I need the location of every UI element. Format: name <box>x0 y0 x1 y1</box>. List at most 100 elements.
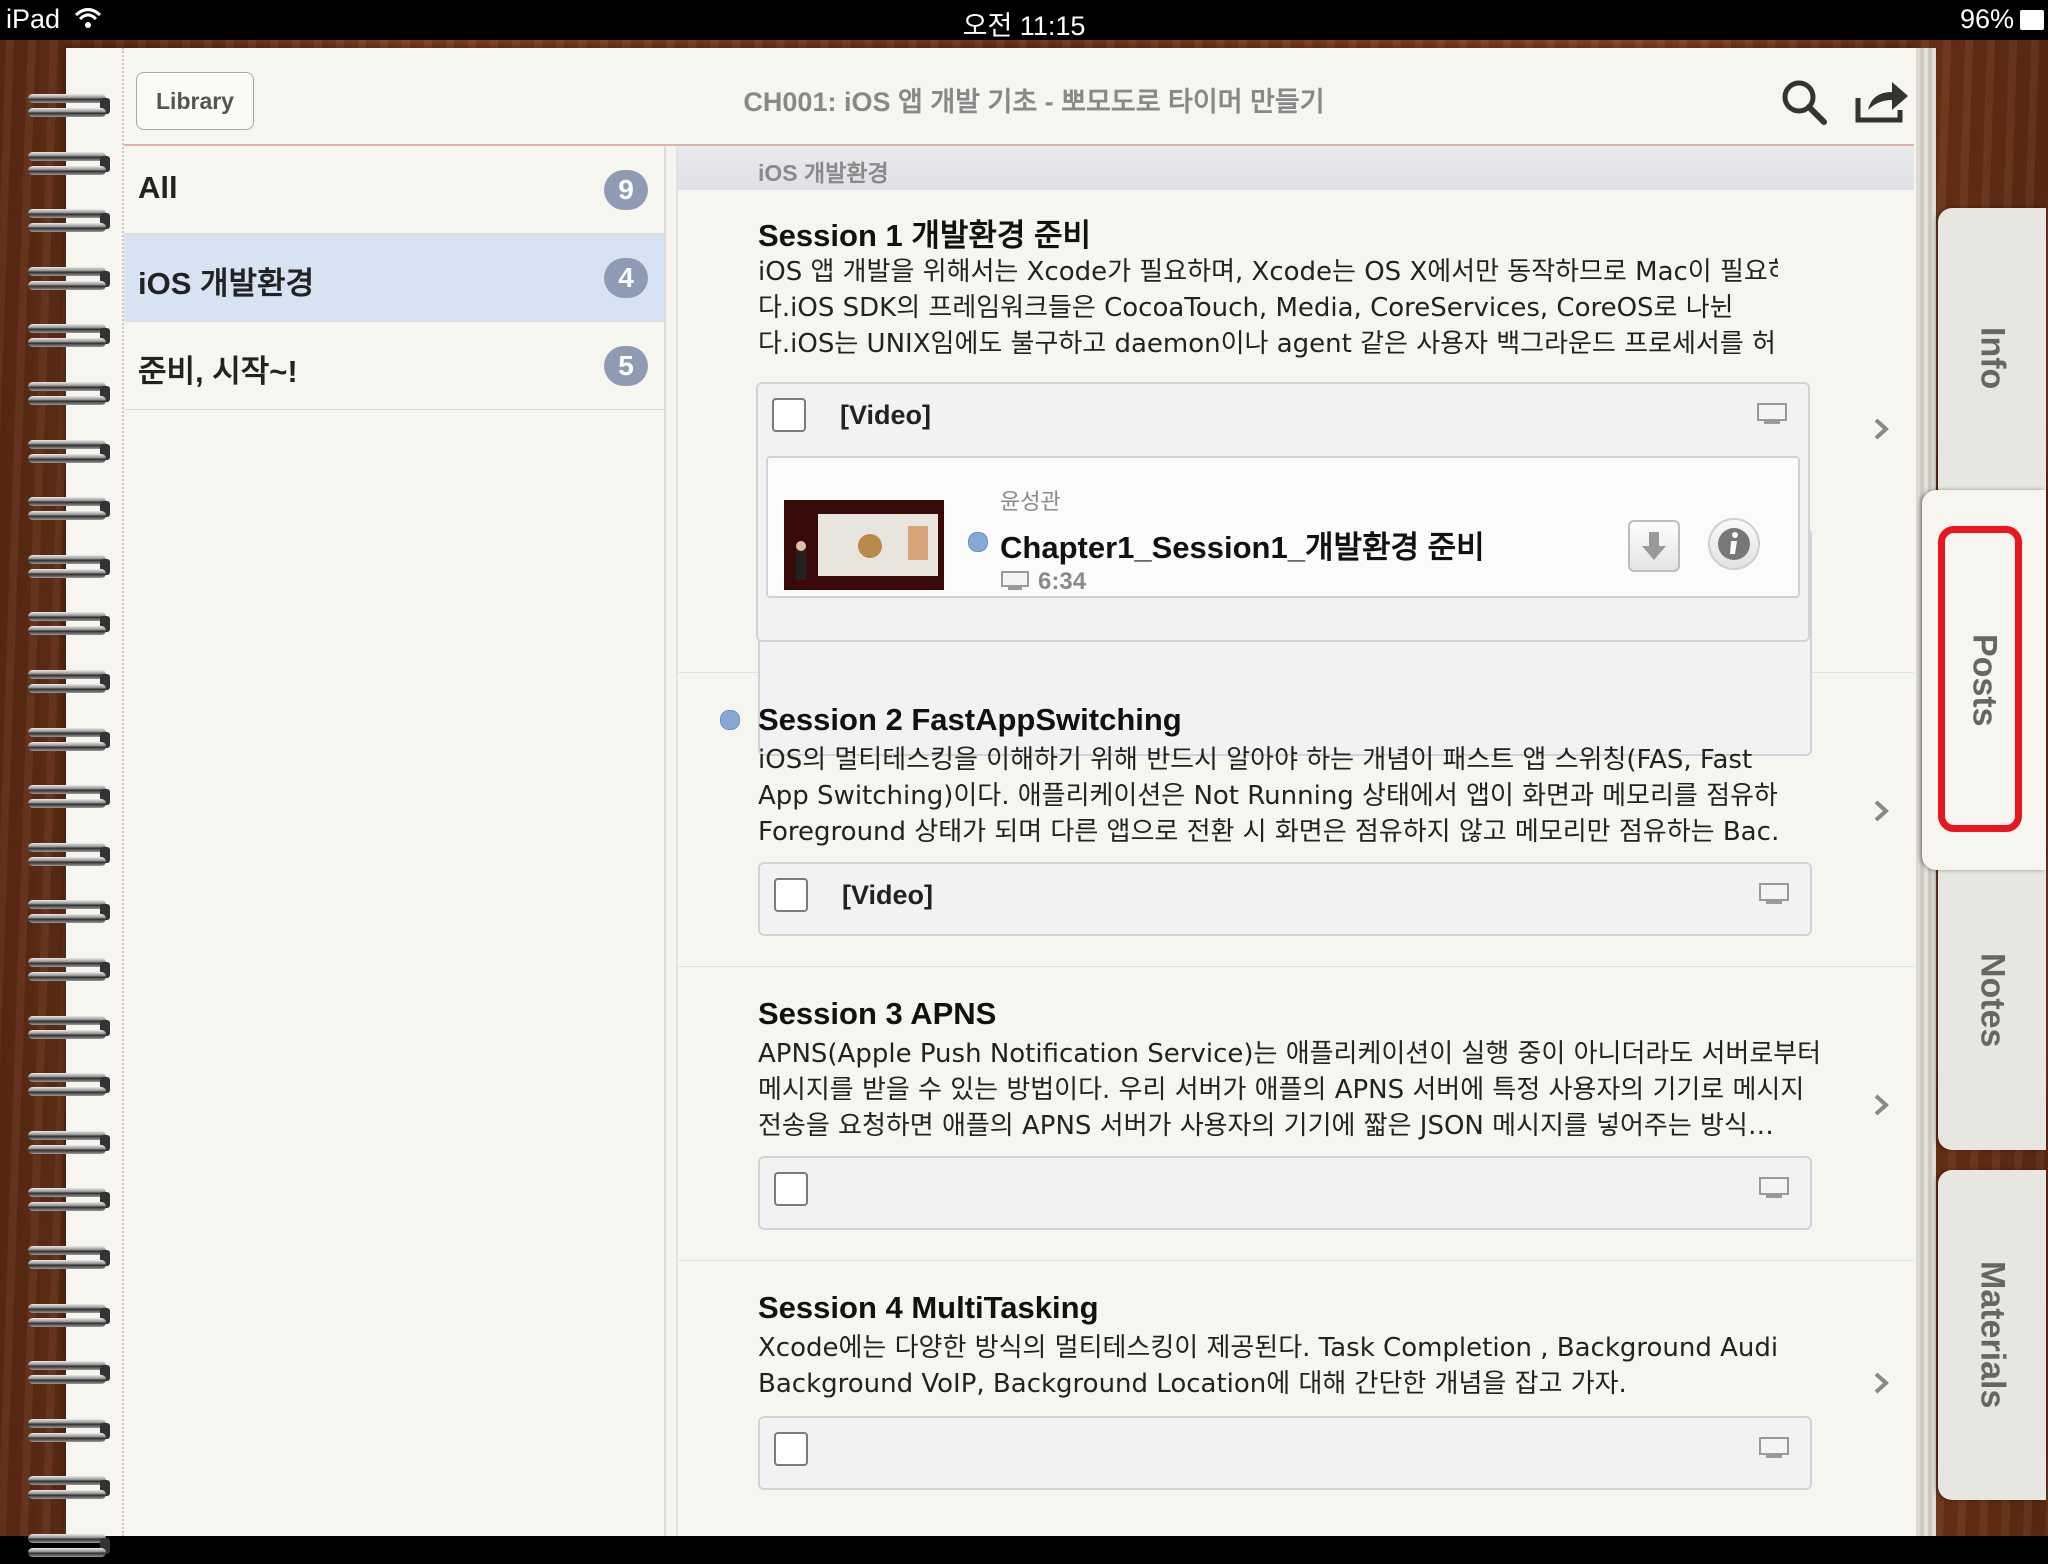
tab-label: Info <box>1973 326 2012 390</box>
ring-hole <box>100 962 110 978</box>
post-description: Xcode에는 다양한 방식의 멀티테스킹이 제공된다. Task Comple… <box>758 1330 1778 1402</box>
battery-icon <box>2020 10 2044 30</box>
library-button[interactable]: Library <box>136 72 254 130</box>
ring-hole <box>100 1192 110 1209</box>
spiral-ring <box>28 1413 110 1449</box>
category-row-ready[interactable]: 준비, 시작~! 5 <box>124 322 664 410</box>
info-button[interactable] <box>1708 518 1760 570</box>
tab-materials[interactable]: Materials <box>1938 1170 2046 1500</box>
unread-dot <box>968 532 988 552</box>
spiral-ring <box>28 1528 110 1564</box>
search-icon[interactable] <box>1778 76 1830 128</box>
category-row-all[interactable]: All 9 <box>124 146 664 234</box>
attachment-box: [Video] <box>758 862 1812 936</box>
spiral-binding <box>0 40 120 1557</box>
unread-dot <box>720 710 740 730</box>
page-title: CH001: iOS 앱 개발 기초 - 뽀모도로 타이머 만들기 <box>743 87 1325 117</box>
ring-hole <box>100 904 110 921</box>
chevron-right-icon[interactable] <box>1870 1372 1892 1394</box>
attachment-checkbox[interactable] <box>774 878 808 912</box>
tab-label: Materials <box>1973 1261 2012 1409</box>
description-line: iOS의 멀티테스킹을 이해하기 위해 반드시 알아야 하는 개념이 패스트 앱… <box>758 745 1753 775</box>
posts-list: iOS 개발환경 Session 1 개발환경 준비 iOS 앱 개발을 위해서… <box>676 146 1914 1536</box>
monitor-icon <box>1759 1437 1789 1458</box>
count-badge: 5 <box>604 346 648 386</box>
category-label: All <box>138 170 178 205</box>
ring-hole <box>100 1538 110 1554</box>
tab-label: Notes <box>1973 952 2012 1048</box>
chevron-right-icon[interactable] <box>1870 418 1892 440</box>
spiral-ring <box>28 1240 110 1276</box>
video-duration: 6:34 <box>1038 568 1087 595</box>
attachment-checkbox[interactable] <box>774 1432 808 1466</box>
tab-info[interactable]: Info <box>1938 208 2046 508</box>
ring-hole <box>100 328 110 345</box>
spiral-ring <box>28 376 110 412</box>
category-row-ios-env[interactable]: iOS 개발환경 4 <box>124 234 664 322</box>
category-list: All 9 iOS 개발환경 4 준비, 시작~! 5 <box>124 146 666 1536</box>
monitor-icon <box>1759 883 1789 904</box>
spiral-ring <box>28 434 110 470</box>
count-badge: 9 <box>604 170 648 210</box>
ring-hole <box>100 616 110 633</box>
attachment-checkbox[interactable] <box>774 1172 808 1206</box>
spiral-ring <box>28 606 110 642</box>
section-header-label: iOS 개발환경 <box>758 160 889 186</box>
attachment-checkbox[interactable] <box>772 398 806 432</box>
post-row-session-3[interactable]: Session 3 APNS APNS(Apple Push Notificat… <box>678 966 1914 1261</box>
post-row-session-4[interactable]: Session 4 MultiTasking Xcode에는 다양한 방식의 멀… <box>678 1260 1914 1536</box>
chevron-right-icon[interactable] <box>1870 1094 1892 1116</box>
spiral-ring <box>28 549 110 585</box>
monitor-icon <box>1759 1177 1789 1198</box>
description-line: 다.iOS는 UNIX임에도 불구하고 daemon이나 agent 같은 사용… <box>758 329 1778 359</box>
count-badge: 4 <box>604 258 648 298</box>
clock: 오전 11:15 <box>962 11 1086 41</box>
post-title: Session 2 FastAppSwitching <box>758 702 1182 737</box>
post-row-session-2[interactable]: Session 2 FastAppSwitching iOS의 멀티테스킹을 이… <box>678 672 1914 967</box>
ring-hole <box>100 558 110 575</box>
ring-hole <box>100 1250 110 1266</box>
ring-hole <box>100 501 110 518</box>
download-arrow-icon <box>1642 532 1666 560</box>
chevron-right-icon[interactable] <box>1870 800 1892 822</box>
spiral-ring <box>28 1182 110 1218</box>
description-line: Background VoIP, Background Location에 대해… <box>758 1369 1627 1399</box>
post-description: APNS(Apple Push Notification Service)는 애… <box>758 1036 1818 1144</box>
spiral-ring <box>28 664 110 700</box>
attachment-box-session-1: [Video] 윤성관 Chapter1_Session1_개발환경 준비 6:… <box>756 382 1810 642</box>
battery-percent: 96% <box>1959 4 2014 34</box>
ring-hole <box>100 443 110 460</box>
spiral-ring <box>28 261 110 297</box>
tab-notes[interactable]: Notes <box>1938 850 2046 1150</box>
ring-hole <box>100 213 110 230</box>
ring-hole <box>100 1307 110 1324</box>
info-icon <box>1718 528 1750 560</box>
attachment-label: [Video] <box>840 400 932 430</box>
ring-hole <box>100 1422 110 1439</box>
ring-hole <box>100 270 110 287</box>
description-line: 전송을 요청하면 애플의 APNS 서버가 사용자의 기기에 짧은 JSON 메… <box>758 1111 1774 1141</box>
monitor-icon <box>1001 571 1029 590</box>
spiral-ring <box>28 1355 110 1391</box>
spiral-ring <box>28 203 110 239</box>
share-icon[interactable] <box>1854 78 1910 126</box>
description-line: Xcode에는 다양한 방식의 멀티테스킹이 제공된다. Task Comple… <box>758 1333 1778 1363</box>
post-description: iOS의 멀티테스킹을 이해하기 위해 반드시 알아야 하는 개념이 패스트 앱… <box>758 742 1778 850</box>
video-thumbnail-image <box>784 500 944 590</box>
video-item[interactable]: 윤성관 Chapter1_Session1_개발환경 준비 6:34 <box>766 456 1800 598</box>
spiral-ring <box>28 894 110 930</box>
spiral-ring <box>28 318 110 354</box>
video-thumbnail[interactable] <box>784 500 944 590</box>
spiral-ring <box>28 1125 110 1161</box>
description-line: App Switching)이다. 애플리케이션은 Not Running 상태… <box>758 781 1778 811</box>
ring-hole <box>100 846 110 863</box>
spiral-ring <box>28 779 110 815</box>
download-button[interactable] <box>1628 520 1680 572</box>
spiral-ring <box>28 1298 110 1334</box>
ring-hole <box>100 155 110 172</box>
ring-hole <box>100 1077 110 1094</box>
spiral-ring <box>28 722 110 758</box>
spiral-ring <box>28 952 110 988</box>
status-bar: iPad 오전 11:15 96% <box>0 0 2048 41</box>
monitor-icon <box>1757 403 1787 424</box>
